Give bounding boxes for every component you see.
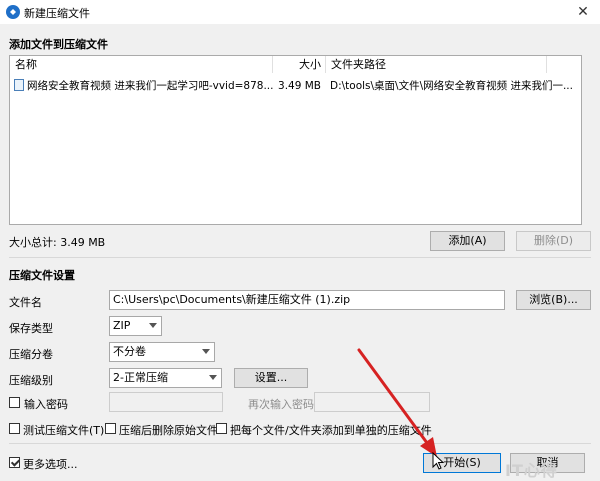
cursor-icon — [432, 452, 445, 470]
annotation-arrow-icon — [357, 348, 437, 457]
